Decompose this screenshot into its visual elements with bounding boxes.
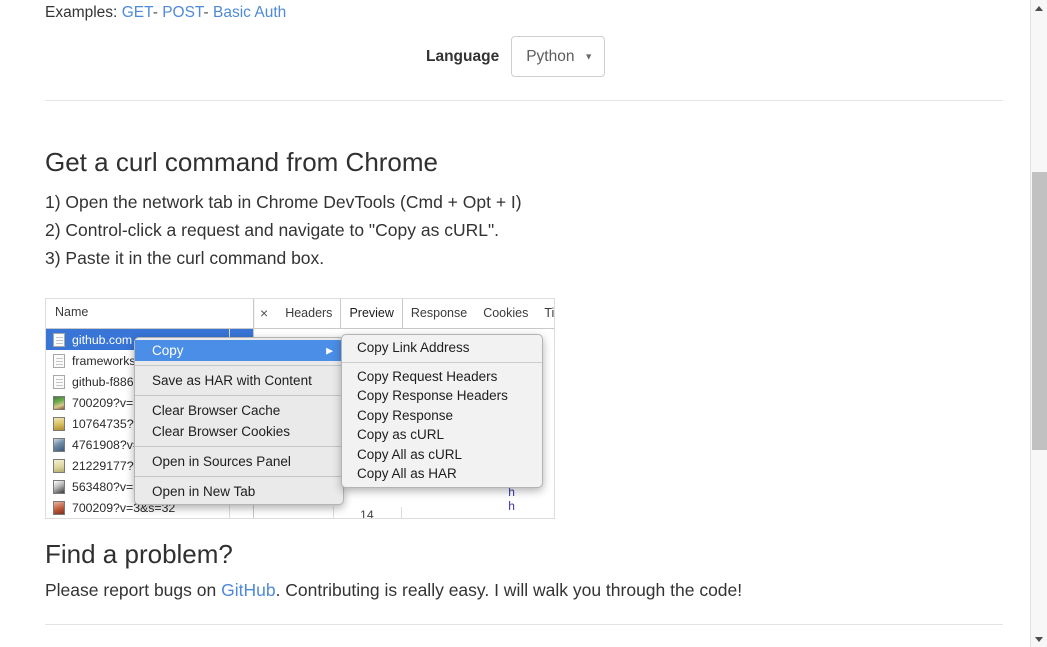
image-icon — [53, 458, 65, 473]
submenu-item-copy-all-as-har[interactable]: Copy All as HAR — [342, 464, 542, 484]
scroll-up-triangle — [1035, 5, 1043, 11]
image-icon — [53, 500, 65, 515]
submenu-divider — [342, 361, 542, 363]
close-icon[interactable]: × — [255, 299, 277, 328]
divider-top — [45, 100, 1003, 101]
file-size-value: 14 — [360, 508, 374, 519]
submenu-item-copy-as-curl[interactable]: Copy as cURL — [342, 425, 542, 445]
context-menu: Copy ▶ Save as HAR with Content Clear Br… — [134, 337, 344, 505]
file-name: 10764735?v — [72, 416, 140, 431]
scroll-down-icon[interactable] — [1031, 631, 1047, 647]
file-name: 700209?v=3 — [72, 395, 141, 410]
chevron-down-icon: ▼ — [584, 51, 594, 61]
image-icon — [53, 416, 65, 431]
image-icon — [53, 437, 65, 452]
menu-item-save-as-har-with-content[interactable]: Save as HAR with Content — [135, 370, 343, 391]
file-name: github-f886 — [72, 374, 134, 389]
preview-text-fragment: h — [508, 500, 516, 514]
chevron-right-icon: ▶ — [326, 345, 333, 355]
example-link-get[interactable]: GET — [122, 4, 153, 21]
page-scrollbar[interactable] — [1030, 0, 1047, 647]
chrome-step-3: 3) Paste it in the curl command box. — [45, 248, 325, 268]
menu-item-clear-browser-cookies[interactable]: Clear Browser Cookies — [135, 421, 343, 442]
chrome-step-1: 1) Open the network tab in Chrome DevToo… — [45, 192, 522, 212]
file-name: 21229177?v — [72, 458, 140, 473]
image-icon — [53, 479, 65, 494]
language-label: Language — [426, 47, 500, 65]
bug-report-line: Please report bugs on GitHub. Contributi… — [45, 578, 742, 602]
example-link-basic-auth[interactable]: Basic Auth — [213, 4, 286, 21]
menu-item-clear-browser-cache[interactable]: Clear Browser Cache — [135, 400, 343, 421]
copy-submenu: Copy Link Address Copy Request Headers C… — [341, 334, 543, 488]
menu-divider — [135, 395, 343, 396]
menu-item-copy[interactable]: Copy ▶ — [135, 340, 343, 361]
tab-headers[interactable]: Headers — [277, 299, 340, 328]
tab-cookies[interactable]: Cookies — [475, 299, 536, 328]
menu-item-label: Copy — [152, 343, 184, 358]
preview-text-fragment: h — [508, 486, 516, 500]
submenu-item-copy-response[interactable]: Copy Response — [342, 406, 542, 426]
devtools-name-column-label: Name — [55, 305, 89, 319]
submenu-item-copy-response-headers[interactable]: Copy Response Headers — [342, 386, 542, 406]
divider-bottom — [45, 624, 1003, 625]
bug-report-text-before: Please report bugs on — [45, 580, 222, 600]
menu-divider — [135, 365, 343, 366]
tab-response[interactable]: Response — [403, 299, 475, 328]
image-icon — [53, 395, 65, 410]
examples-separator-2: - — [203, 4, 209, 21]
github-link[interactable]: GitHub — [221, 580, 275, 600]
chrome-step-2: 2) Control-click a request and navigate … — [45, 220, 500, 240]
devtools-header: Name × Headers Preview Response Cookies … — [46, 299, 554, 329]
bug-report-text-after: . Contributing is really easy. I will wa… — [275, 580, 743, 600]
document-icon — [53, 374, 65, 389]
file-name: 563480?v=3 — [72, 479, 141, 494]
page-viewport: Examples: GET- POST- Basic Auth Language… — [0, 0, 1030, 647]
devtools-tabbar: × Headers Preview Response Cookies Timin… — [255, 299, 554, 328]
submenu-item-copy-link-address[interactable]: Copy Link Address — [342, 338, 542, 358]
column-separator — [333, 507, 334, 518]
file-name: 4761908?v= — [72, 437, 141, 452]
document-icon — [53, 353, 65, 368]
submenu-item-copy-request-headers[interactable]: Copy Request Headers — [342, 367, 542, 387]
devtools-screenshot: Name × Headers Preview Response Cookies … — [45, 298, 555, 519]
menu-item-open-in-new-tab[interactable]: Open in New Tab — [135, 481, 343, 502]
submenu-item-copy-all-as-curl[interactable]: Copy All as cURL — [342, 445, 542, 465]
menu-item-open-in-sources-panel[interactable]: Open in Sources Panel — [135, 451, 343, 472]
menu-divider — [135, 476, 343, 477]
scrollbar-thumb[interactable] — [1032, 172, 1047, 450]
examples-separator-1: - — [152, 4, 158, 21]
examples-label: Examples: — [45, 4, 118, 21]
scroll-down-triangle — [1035, 636, 1043, 642]
scroll-up-icon[interactable] — [1031, 0, 1047, 16]
tab-timing[interactable]: Timing — [536, 299, 554, 328]
chrome-steps: 1) Open the network tab in Chrome DevToo… — [45, 188, 522, 272]
page-title-chrome: Get a curl command from Chrome — [45, 147, 439, 177]
language-select-value: Python — [526, 47, 575, 65]
language-control: Language Python ▼ — [426, 36, 606, 77]
example-link-post[interactable]: POST — [162, 4, 203, 21]
file-name: frameworks- — [72, 353, 140, 368]
menu-divider — [135, 446, 343, 447]
devtools-name-column-header[interactable]: Name — [46, 299, 254, 328]
file-name: github.com — [72, 332, 133, 347]
page-title-problem: Find a problem? — [45, 539, 233, 569]
language-row: Language Python ▼ — [30, 36, 1005, 81]
examples-line: Examples: GET- POST- Basic Auth — [45, 4, 286, 22]
tab-preview[interactable]: Preview — [340, 299, 403, 328]
language-select[interactable]: Python ▼ — [511, 36, 606, 77]
document-icon — [53, 332, 65, 347]
column-separator — [401, 507, 402, 518]
